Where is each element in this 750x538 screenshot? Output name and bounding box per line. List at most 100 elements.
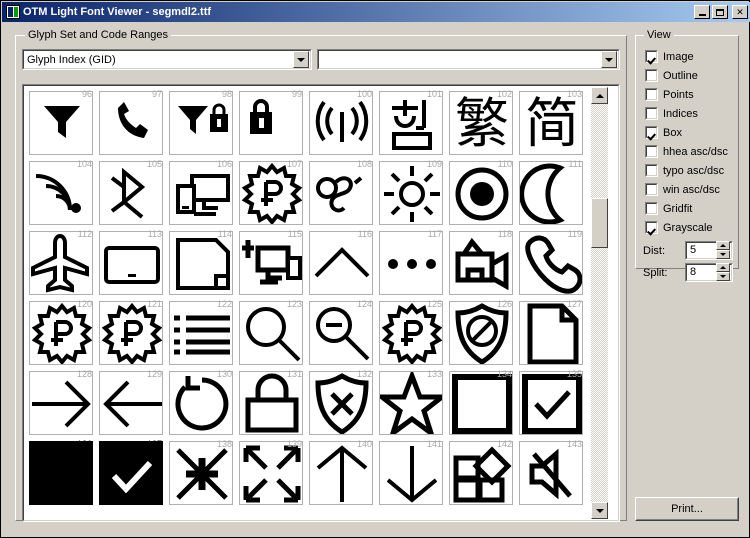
glyph-cell[interactable]: 116 <box>306 228 376 298</box>
view-checkbox-outline[interactable]: Outline <box>645 68 698 83</box>
glyph-cell[interactable]: 119 <box>516 228 586 298</box>
glyph-set-combo[interactable]: Glyph Index (GID) <box>22 49 312 70</box>
spinner-down-icon[interactable] <box>716 250 730 259</box>
chevron-down-icon[interactable] <box>601 51 617 68</box>
glyph-cell[interactable]: 124 <box>306 298 376 368</box>
split-spinner-arrows[interactable] <box>716 263 730 282</box>
glyph-cell[interactable]: 112 <box>26 228 96 298</box>
glyph-cell-box <box>169 231 233 295</box>
glyph-cell[interactable]: 141 <box>376 438 446 508</box>
glyph-cell[interactable]: 111 <box>516 158 586 228</box>
checkbox-box[interactable] <box>645 50 658 63</box>
glyph-cell[interactable]: 107 <box>236 158 306 228</box>
glyph-cell[interactable]: 118 <box>446 228 516 298</box>
glyph-grid-scrollbar[interactable] <box>591 87 608 519</box>
view-checkbox-hhea-asc-dsc[interactable]: hhea asc/dsc <box>645 144 728 159</box>
glyph-cell[interactable]: 100 <box>306 88 376 158</box>
view-checkbox-grayscale[interactable]: Grayscale <box>645 220 713 235</box>
checkbox-box[interactable] <box>645 126 658 139</box>
view-checkbox-gridfit[interactable]: Gridfit <box>645 201 692 216</box>
glyph-cell[interactable]: 99 <box>236 88 306 158</box>
glyph-index-label: 128 <box>76 369 92 379</box>
maximize-button[interactable] <box>712 5 728 19</box>
glyph-cell[interactable]: 139 <box>236 438 306 508</box>
glyph-cell[interactable]: 97 <box>96 88 166 158</box>
glyph-index-label: 106 <box>216 159 232 169</box>
glyph-cell[interactable]: 133 <box>376 368 446 438</box>
close-icon: ✕ <box>736 6 744 17</box>
glyph-index-label: 102 <box>496 89 512 99</box>
glyph-cell[interactable]: 110 <box>446 158 516 228</box>
glyph-cell[interactable]: 134 <box>446 368 516 438</box>
glyph-cell[interactable]: 简 103 <box>516 88 586 158</box>
glyph-cell[interactable]: 120 <box>26 298 96 368</box>
glyph-cell[interactable]: 113 <box>96 228 166 298</box>
view-checkbox-indices[interactable]: Indices <box>645 106 698 121</box>
glyph-cell[interactable]: 123 <box>236 298 306 368</box>
glyph-cell[interactable]: 135 <box>516 368 586 438</box>
checkbox-box[interactable] <box>645 145 658 158</box>
glyph-cell[interactable]: 126 <box>446 298 516 368</box>
checkbox-box[interactable] <box>645 88 658 101</box>
glyph-cell[interactable]: 127 <box>516 298 586 368</box>
code-range-combo[interactable] <box>317 49 620 70</box>
glyph-cell[interactable]: 106 <box>166 158 236 228</box>
glyph-cell[interactable]: 121 <box>96 298 166 368</box>
checkbox-box[interactable] <box>645 107 658 120</box>
glyph-cell[interactable]: 122 <box>166 298 236 368</box>
glyph-cell-box <box>519 161 583 225</box>
glyph-cell[interactable]: 140 <box>306 438 376 508</box>
glyph-cell[interactable]: 128 <box>26 368 96 438</box>
scrollbar-thumb[interactable] <box>591 198 608 248</box>
glyph-cell-box <box>309 301 373 365</box>
glyph-cell[interactable]: 117 <box>376 228 446 298</box>
glyph-cell[interactable]: 108 <box>306 158 376 228</box>
glyph-index-label: 130 <box>216 369 232 379</box>
glyph-cell[interactable]: 137 <box>96 438 166 508</box>
view-checkbox-win-asc-dsc[interactable]: win asc/dsc <box>645 182 720 197</box>
scrollbar-track[interactable] <box>591 104 608 502</box>
glyph-index-label: 137 <box>146 439 162 449</box>
glyph-cell[interactable]: 101 <box>376 88 446 158</box>
glyph-cell[interactable]: 114 <box>166 228 236 298</box>
glyph-cell[interactable]: 96 <box>26 88 96 158</box>
glyph-cell[interactable]: 129 <box>96 368 166 438</box>
glyph-cell[interactable]: 138 <box>166 438 236 508</box>
close-button[interactable]: ✕ <box>732 5 748 19</box>
print-button[interactable]: Print... <box>635 497 739 521</box>
glyph-cell[interactable]: 104 <box>26 158 96 228</box>
checkbox-box[interactable] <box>645 183 658 196</box>
checkbox-box[interactable] <box>645 69 658 82</box>
spinner-down-icon[interactable] <box>716 272 730 281</box>
checkbox-box[interactable] <box>645 164 658 177</box>
scroll-up-arrow-icon[interactable] <box>591 87 608 104</box>
glyph-cell[interactable]: 131 <box>236 368 306 438</box>
view-checkbox-image[interactable]: Image <box>645 49 694 64</box>
glyph-cell[interactable]: 136 <box>26 438 96 508</box>
spinner-up-icon[interactable] <box>716 241 730 250</box>
view-checkbox-box[interactable]: Box <box>645 125 682 140</box>
chevron-down-icon[interactable] <box>293 51 309 68</box>
glyph-cell[interactable]: 繁 102 <box>446 88 516 158</box>
glyph-cell[interactable]: 142 <box>446 438 516 508</box>
glyph-cell[interactable]: 109 <box>376 158 446 228</box>
minimize-button[interactable] <box>694 5 710 19</box>
glyph-grid-pane[interactable]: 96 97 98 99 100 101 繁 102 简 103 104 105 106 107 108 109… <box>22 84 620 522</box>
dist-spinner-arrows[interactable] <box>716 241 730 260</box>
checkbox-box[interactable] <box>645 221 658 234</box>
checkbox-box[interactable] <box>645 202 658 215</box>
glyph-cell[interactable]: 98 <box>166 88 236 158</box>
scroll-down-arrow-icon[interactable] <box>591 502 608 519</box>
view-checkbox-points[interactable]: Points <box>645 87 694 102</box>
view-checkbox-typo-asc-dsc[interactable]: typo asc/dsc <box>645 163 724 178</box>
glyph-cell[interactable]: 132 <box>306 368 376 438</box>
glyph-cell[interactable]: 125 <box>376 298 446 368</box>
glyph-cell[interactable]: 143 <box>516 438 586 508</box>
glyph-cell[interactable]: 115 <box>236 228 306 298</box>
spinner-up-icon[interactable] <box>716 263 730 272</box>
checkbox-empty-icon <box>450 372 512 434</box>
checkbox-label: Indices <box>663 107 698 120</box>
glyph-cell[interactable]: 105 <box>96 158 166 228</box>
glyph-cell[interactable]: 130 <box>166 368 236 438</box>
glyph-cell-box <box>99 161 163 225</box>
